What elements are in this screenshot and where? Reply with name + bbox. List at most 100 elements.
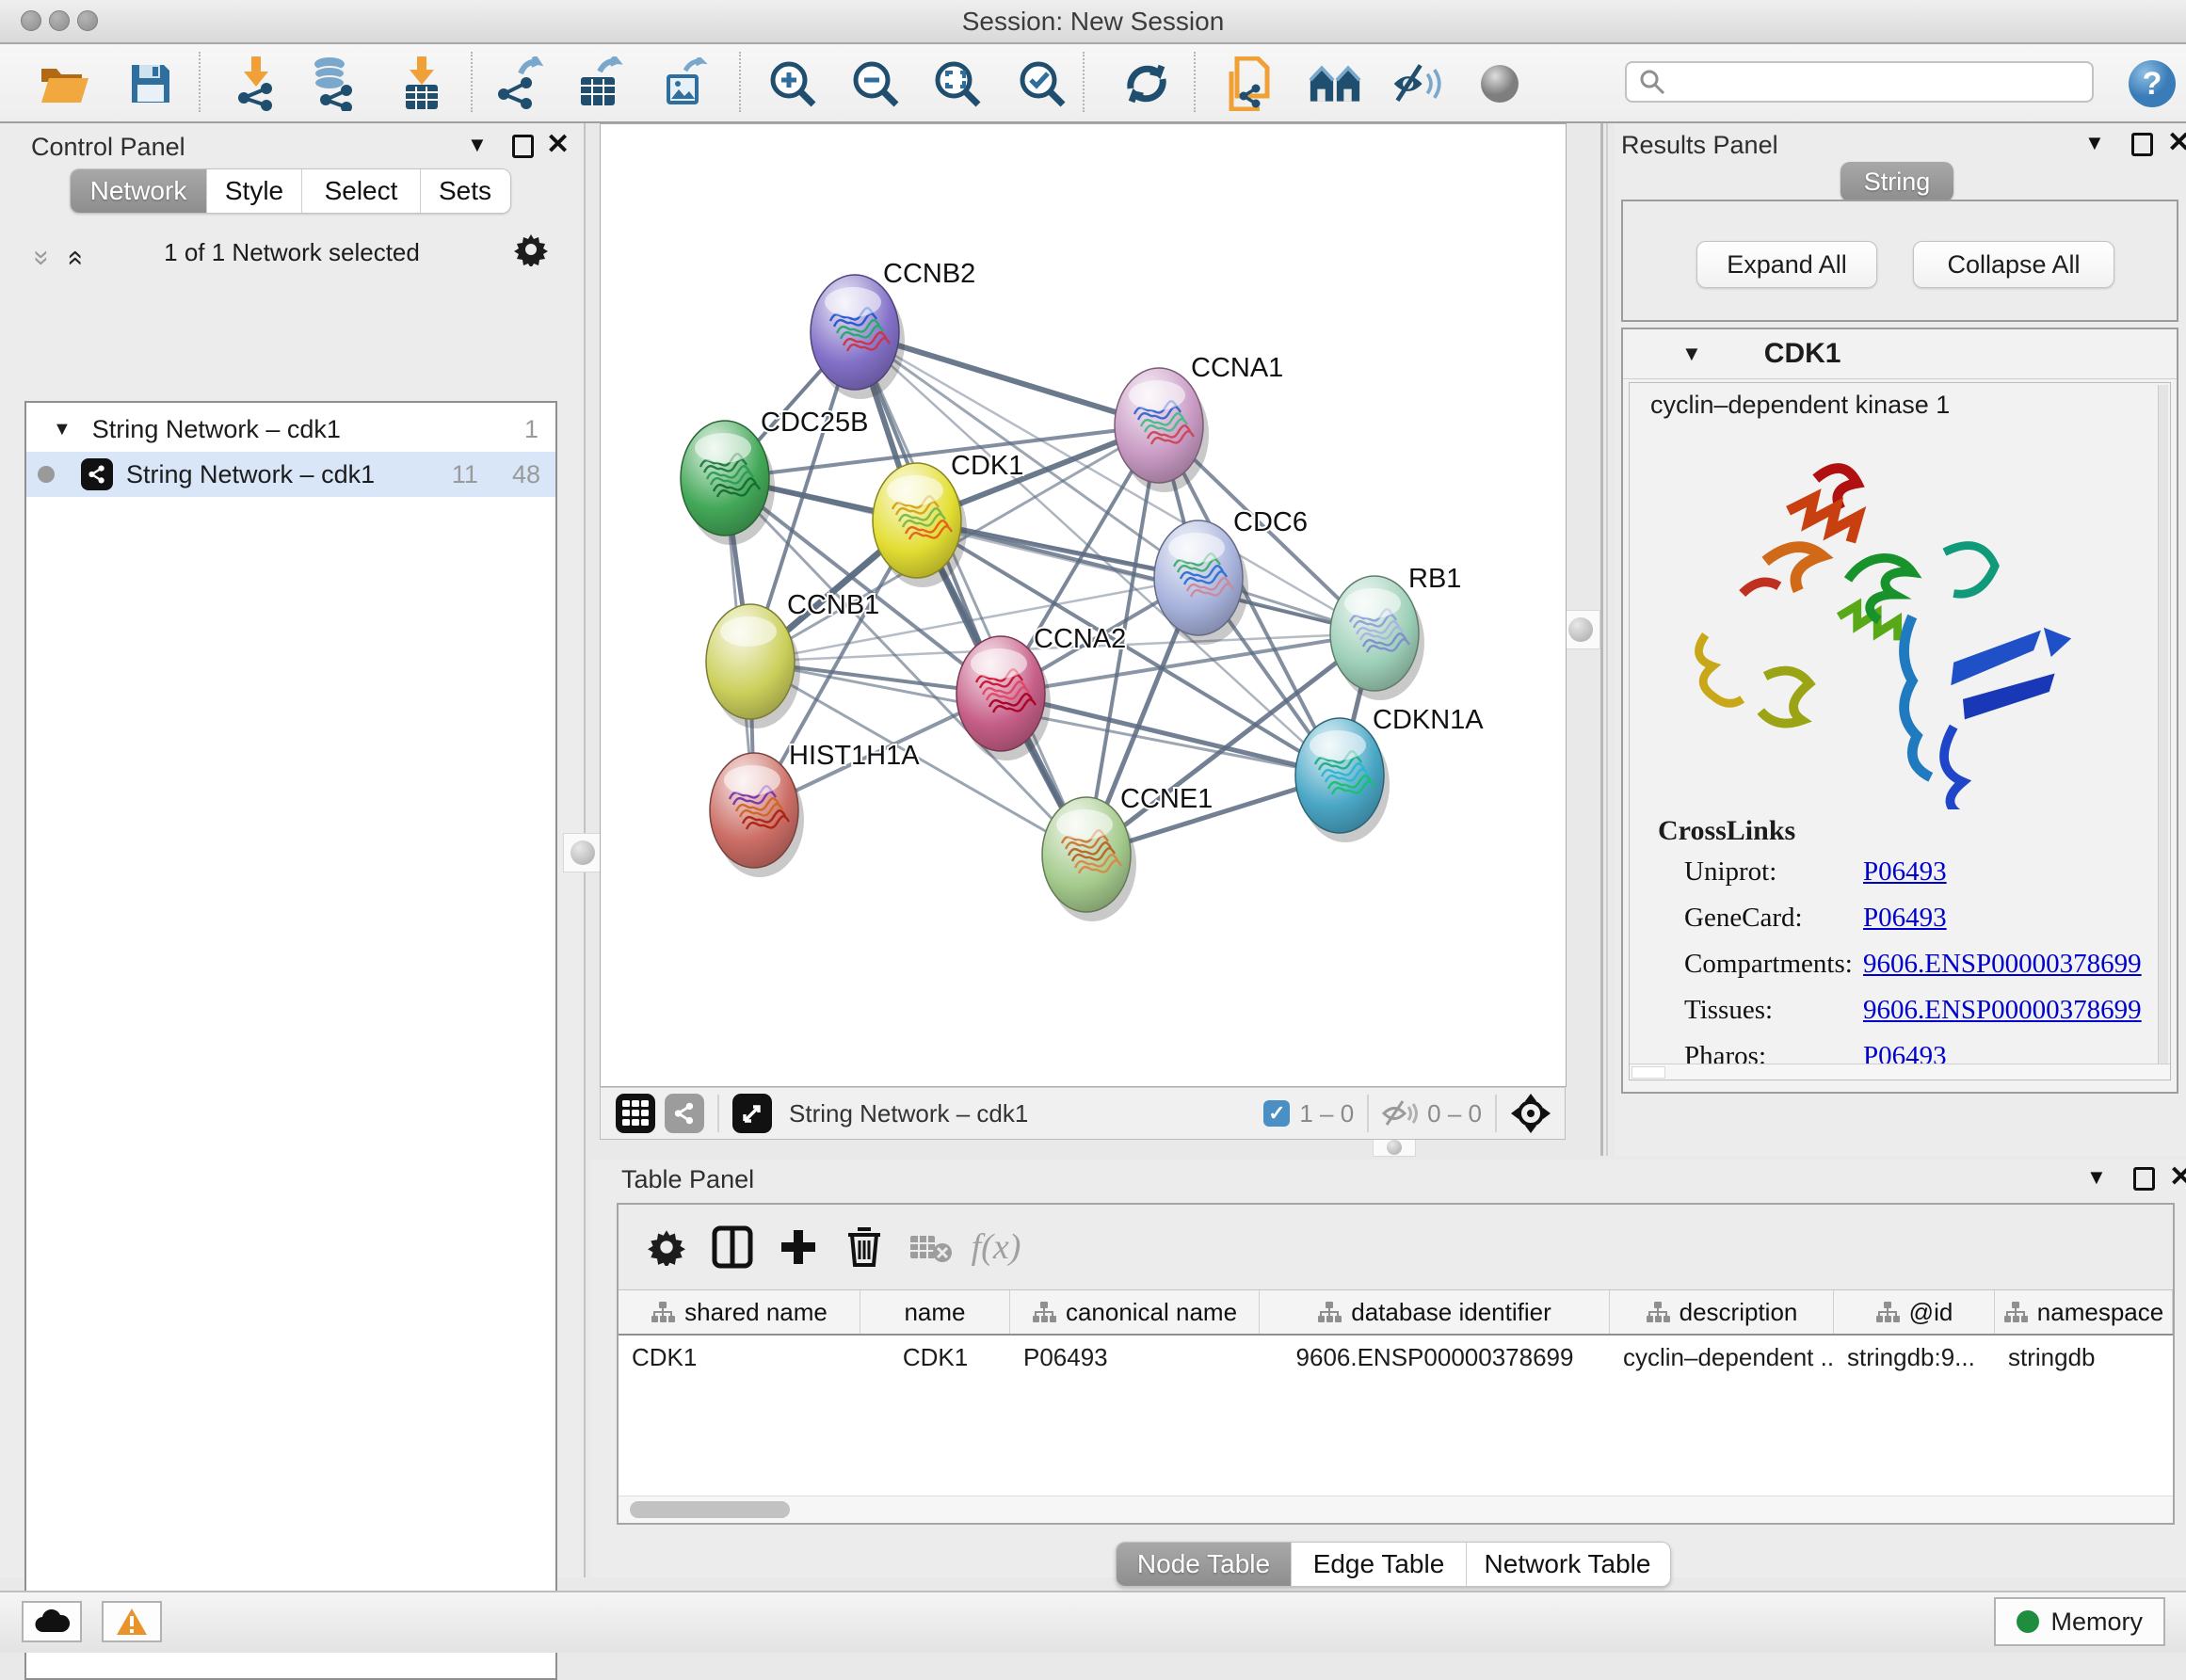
network-node[interactable]	[706, 604, 800, 728]
hide-selected-icon[interactable]	[1390, 57, 1443, 110]
results-panel-collapse-icon[interactable]: ▼	[2084, 131, 2105, 155]
show-graphics-details-icon[interactable]	[1473, 57, 1526, 110]
table-cell[interactable]: P06493	[1010, 1336, 1260, 1379]
network-node[interactable]	[811, 275, 905, 399]
results-scrollbar-vertical[interactable]	[2158, 385, 2168, 1078]
protein-expand-icon[interactable]: ▼	[1681, 342, 1702, 366]
network-share-view-icon[interactable]	[665, 1094, 704, 1133]
crosslink-value[interactable]: 9606.ENSP00000378699	[1863, 995, 2142, 1026]
network-edge[interactable]	[855, 332, 1086, 855]
toolbar-divider	[1194, 52, 1196, 112]
memory-button[interactable]: Memory	[1994, 1597, 2165, 1646]
search-input[interactable]	[1666, 67, 2065, 98]
crosslink-value[interactable]: P06493	[1863, 903, 1947, 934]
birdseye-navigator-icon[interactable]	[1510, 1093, 1551, 1134]
zoom-selected-icon[interactable]	[1016, 57, 1069, 110]
first-neighbors-icon[interactable]	[1309, 57, 1361, 110]
collection-expand-icon[interactable]: ▼	[53, 419, 72, 440]
tab-string[interactable]: String	[1840, 162, 1953, 201]
column-header-database-identifier[interactable]: database identifier	[1260, 1290, 1610, 1334]
network-row[interactable]: String Network – cdk1 11 48	[26, 452, 555, 497]
table-scrollbar-horizontal[interactable]	[619, 1496, 2173, 1523]
tab-sets[interactable]: Sets	[421, 169, 509, 213]
network-canvas[interactable]: CCNB2CCNA1CDC25BCDK1CDC6RB1CCNB1CCNA2CDK…	[600, 123, 1567, 1087]
control-panel-collapse-icon[interactable]: ▼	[467, 133, 488, 157]
control-panel-close-icon[interactable]: ✕	[546, 136, 570, 154]
fit-content-icon[interactable]	[931, 57, 984, 110]
network-node[interactable]	[1295, 718, 1390, 842]
tab-network-table[interactable]: Network Table	[1467, 1543, 1668, 1586]
table-scrollbar-thumb[interactable]	[630, 1501, 790, 1518]
protein-card-header[interactable]: ▼ CDK1	[1623, 329, 2177, 379]
create-column-icon[interactable]	[765, 1219, 831, 1275]
table-panel-close-icon[interactable]: ✕	[2169, 1168, 2186, 1187]
open-session-icon[interactable]	[38, 57, 90, 110]
column-header-shared-name[interactable]: shared name	[619, 1290, 860, 1334]
left-splitter-handle[interactable]	[563, 833, 603, 872]
column-header-description[interactable]: description	[1610, 1290, 1834, 1334]
table-cell[interactable]: 9606.ENSP00000378699	[1260, 1336, 1610, 1379]
grid-view-icon[interactable]	[616, 1094, 655, 1133]
expand-all-networks-icon[interactable]: »	[25, 250, 57, 266]
table-cell[interactable]: CDK1	[619, 1336, 860, 1379]
column-header-id[interactable]: @id	[1834, 1290, 1995, 1334]
column-header-name[interactable]: name	[860, 1290, 1010, 1334]
control-panel-float-icon[interactable]	[512, 135, 534, 158]
crosslink-value[interactable]: P06493	[1863, 856, 1947, 888]
tab-style[interactable]: Style	[207, 169, 302, 213]
warning-button[interactable]	[102, 1601, 162, 1642]
delete-column-icon[interactable]	[831, 1219, 897, 1275]
apply-layout-icon[interactable]	[1120, 57, 1173, 110]
results-panel-float-icon[interactable]	[2131, 133, 2153, 156]
export-image-icon[interactable]	[658, 57, 711, 110]
export-network-icon[interactable]	[493, 57, 546, 110]
network-collection-row[interactable]: ▼ String Network – cdk1 1	[26, 407, 555, 452]
network-node[interactable]	[1042, 797, 1136, 921]
collapse-all-networks-icon[interactable]: »	[57, 250, 89, 266]
detach-view-icon[interactable]	[732, 1094, 772, 1133]
tab-select[interactable]: Select	[302, 169, 421, 213]
network-node[interactable]	[956, 636, 1051, 760]
node-label: CDC6	[1233, 507, 1308, 537]
import-network-database-icon[interactable]	[305, 57, 358, 110]
collapse-all-button[interactable]: Collapse All	[1913, 241, 2114, 288]
expand-all-button[interactable]: Expand All	[1696, 241, 1877, 288]
tab-node-table[interactable]: Node Table	[1117, 1543, 1292, 1586]
show-columns-icon[interactable]	[699, 1219, 765, 1275]
results-panel-close-icon[interactable]: ✕	[2167, 134, 2186, 152]
column-header-canonical-name[interactable]: canonical name	[1010, 1290, 1260, 1334]
table-panel-collapse-icon[interactable]: ▼	[2086, 1165, 2107, 1190]
network-node[interactable]	[1154, 520, 1248, 645]
import-network-file-icon[interactable]	[230, 57, 282, 110]
delete-table-icon[interactable]	[897, 1219, 963, 1275]
tab-edge-table[interactable]: Edge Table	[1292, 1543, 1467, 1586]
network-options-gear-icon[interactable]	[514, 232, 548, 266]
table-cell[interactable]: stringdb	[1995, 1336, 2173, 1379]
network-node[interactable]	[1330, 576, 1424, 700]
bottom-splitter-handle[interactable]	[1373, 1138, 1416, 1157]
selected-checkbox-icon[interactable]: ✓	[1263, 1100, 1290, 1127]
save-session-icon[interactable]	[124, 57, 177, 110]
tab-network[interactable]: Network	[71, 169, 207, 213]
import-table-file-icon[interactable]	[395, 57, 448, 110]
table-panel-float-icon[interactable]	[2133, 1167, 2155, 1191]
table-cell[interactable]: CDK1	[860, 1336, 1010, 1379]
export-table-icon[interactable]	[574, 57, 627, 110]
network-node[interactable]	[873, 463, 967, 587]
right-splitter-handle[interactable]	[1561, 610, 1600, 649]
zoom-in-icon[interactable]	[766, 57, 819, 110]
zoom-out-icon[interactable]	[849, 57, 902, 110]
function-builder-icon[interactable]: f(x)	[963, 1219, 1029, 1275]
column-header-namespace[interactable]: namespace	[1995, 1290, 2173, 1334]
results-scrollbar-horizontal[interactable]	[1630, 1064, 2170, 1080]
network-node[interactable]	[710, 753, 804, 877]
cloud-button[interactable]	[22, 1601, 82, 1642]
table-cell[interactable]: cyclin–dependent ...	[1610, 1336, 1834, 1379]
table-cell[interactable]: stringdb:9...	[1834, 1336, 1995, 1379]
table-settings-gear-icon[interactable]	[634, 1219, 699, 1275]
clone-network-icon[interactable]	[1226, 57, 1278, 110]
network-edge[interactable]	[917, 520, 1374, 633]
crosslink-value[interactable]: 9606.ENSP00000378699	[1863, 949, 2142, 980]
help-icon[interactable]: ?	[2126, 57, 2178, 110]
table-row[interactable]: CDK1CDK1P064939606.ENSP00000378699cyclin…	[619, 1336, 2173, 1379]
